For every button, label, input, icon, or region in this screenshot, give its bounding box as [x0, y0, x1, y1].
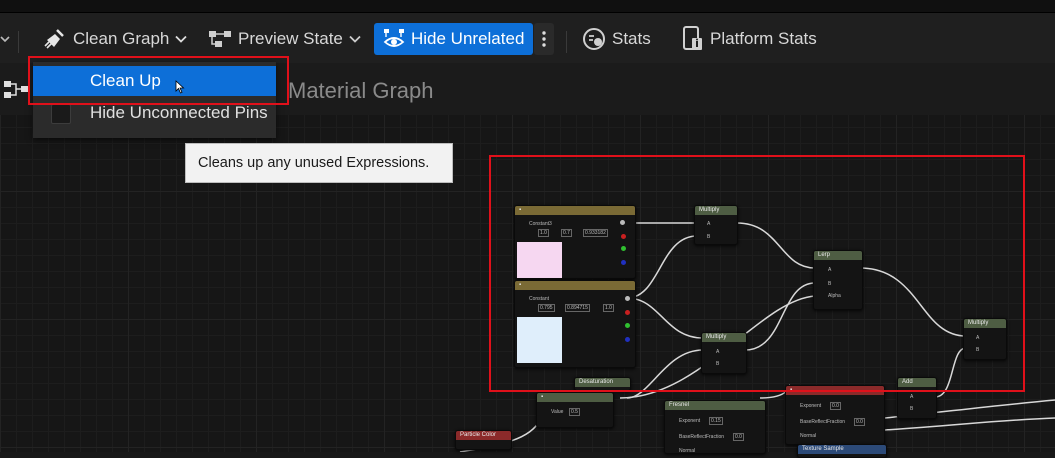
texture-sample-node[interactable]: Texture Sample — [797, 444, 887, 458]
pin-label: BaseReflectFraction — [679, 434, 725, 440]
fresnel-node-2[interactable]: ▪ Exponent 0.0 BaseReflectFraction 0.0 N… — [785, 385, 885, 445]
value-field[interactable]: 0.0 — [733, 433, 744, 441]
checkbox[interactable] — [51, 104, 71, 124]
value-field[interactable]: 0.15 — [709, 417, 723, 425]
pin-label: A — [910, 394, 914, 400]
fresnel-node[interactable]: Fresnel Exponent 0.15 BaseReflectFractio… — [664, 400, 766, 454]
value-field[interactable]: 0.5 — [569, 408, 580, 416]
pin-label: Normal — [800, 433, 817, 439]
mouse-cursor-icon — [175, 80, 185, 94]
pin-label: Exponent — [800, 403, 822, 409]
pin-label: Exponent — [679, 418, 701, 424]
node-header: Texture Sample — [798, 445, 886, 454]
pin-label: BaseReflectFraction — [800, 419, 846, 425]
selection-highlight-box — [489, 155, 1025, 392]
particle-color-node[interactable]: Particle Color — [455, 430, 512, 450]
constant-value-node[interactable]: ▪ Value 0.5 — [536, 392, 614, 428]
tooltip-text: Cleans up any unused Expressions. — [198, 155, 430, 171]
value-field[interactable]: 0.0 — [830, 402, 841, 410]
pin-label: B — [910, 406, 914, 412]
value-label: Value — [551, 409, 564, 415]
node-header: Fresnel — [665, 401, 765, 410]
value-field[interactable]: 0.0 — [854, 418, 865, 426]
pin-label: Normal — [679, 448, 696, 454]
tooltip: Cleans up any unused Expressions. — [185, 143, 453, 183]
node-header: ▪ — [537, 393, 613, 402]
selection-highlight-box — [28, 56, 289, 105]
node-header: Particle Color — [456, 431, 511, 440]
